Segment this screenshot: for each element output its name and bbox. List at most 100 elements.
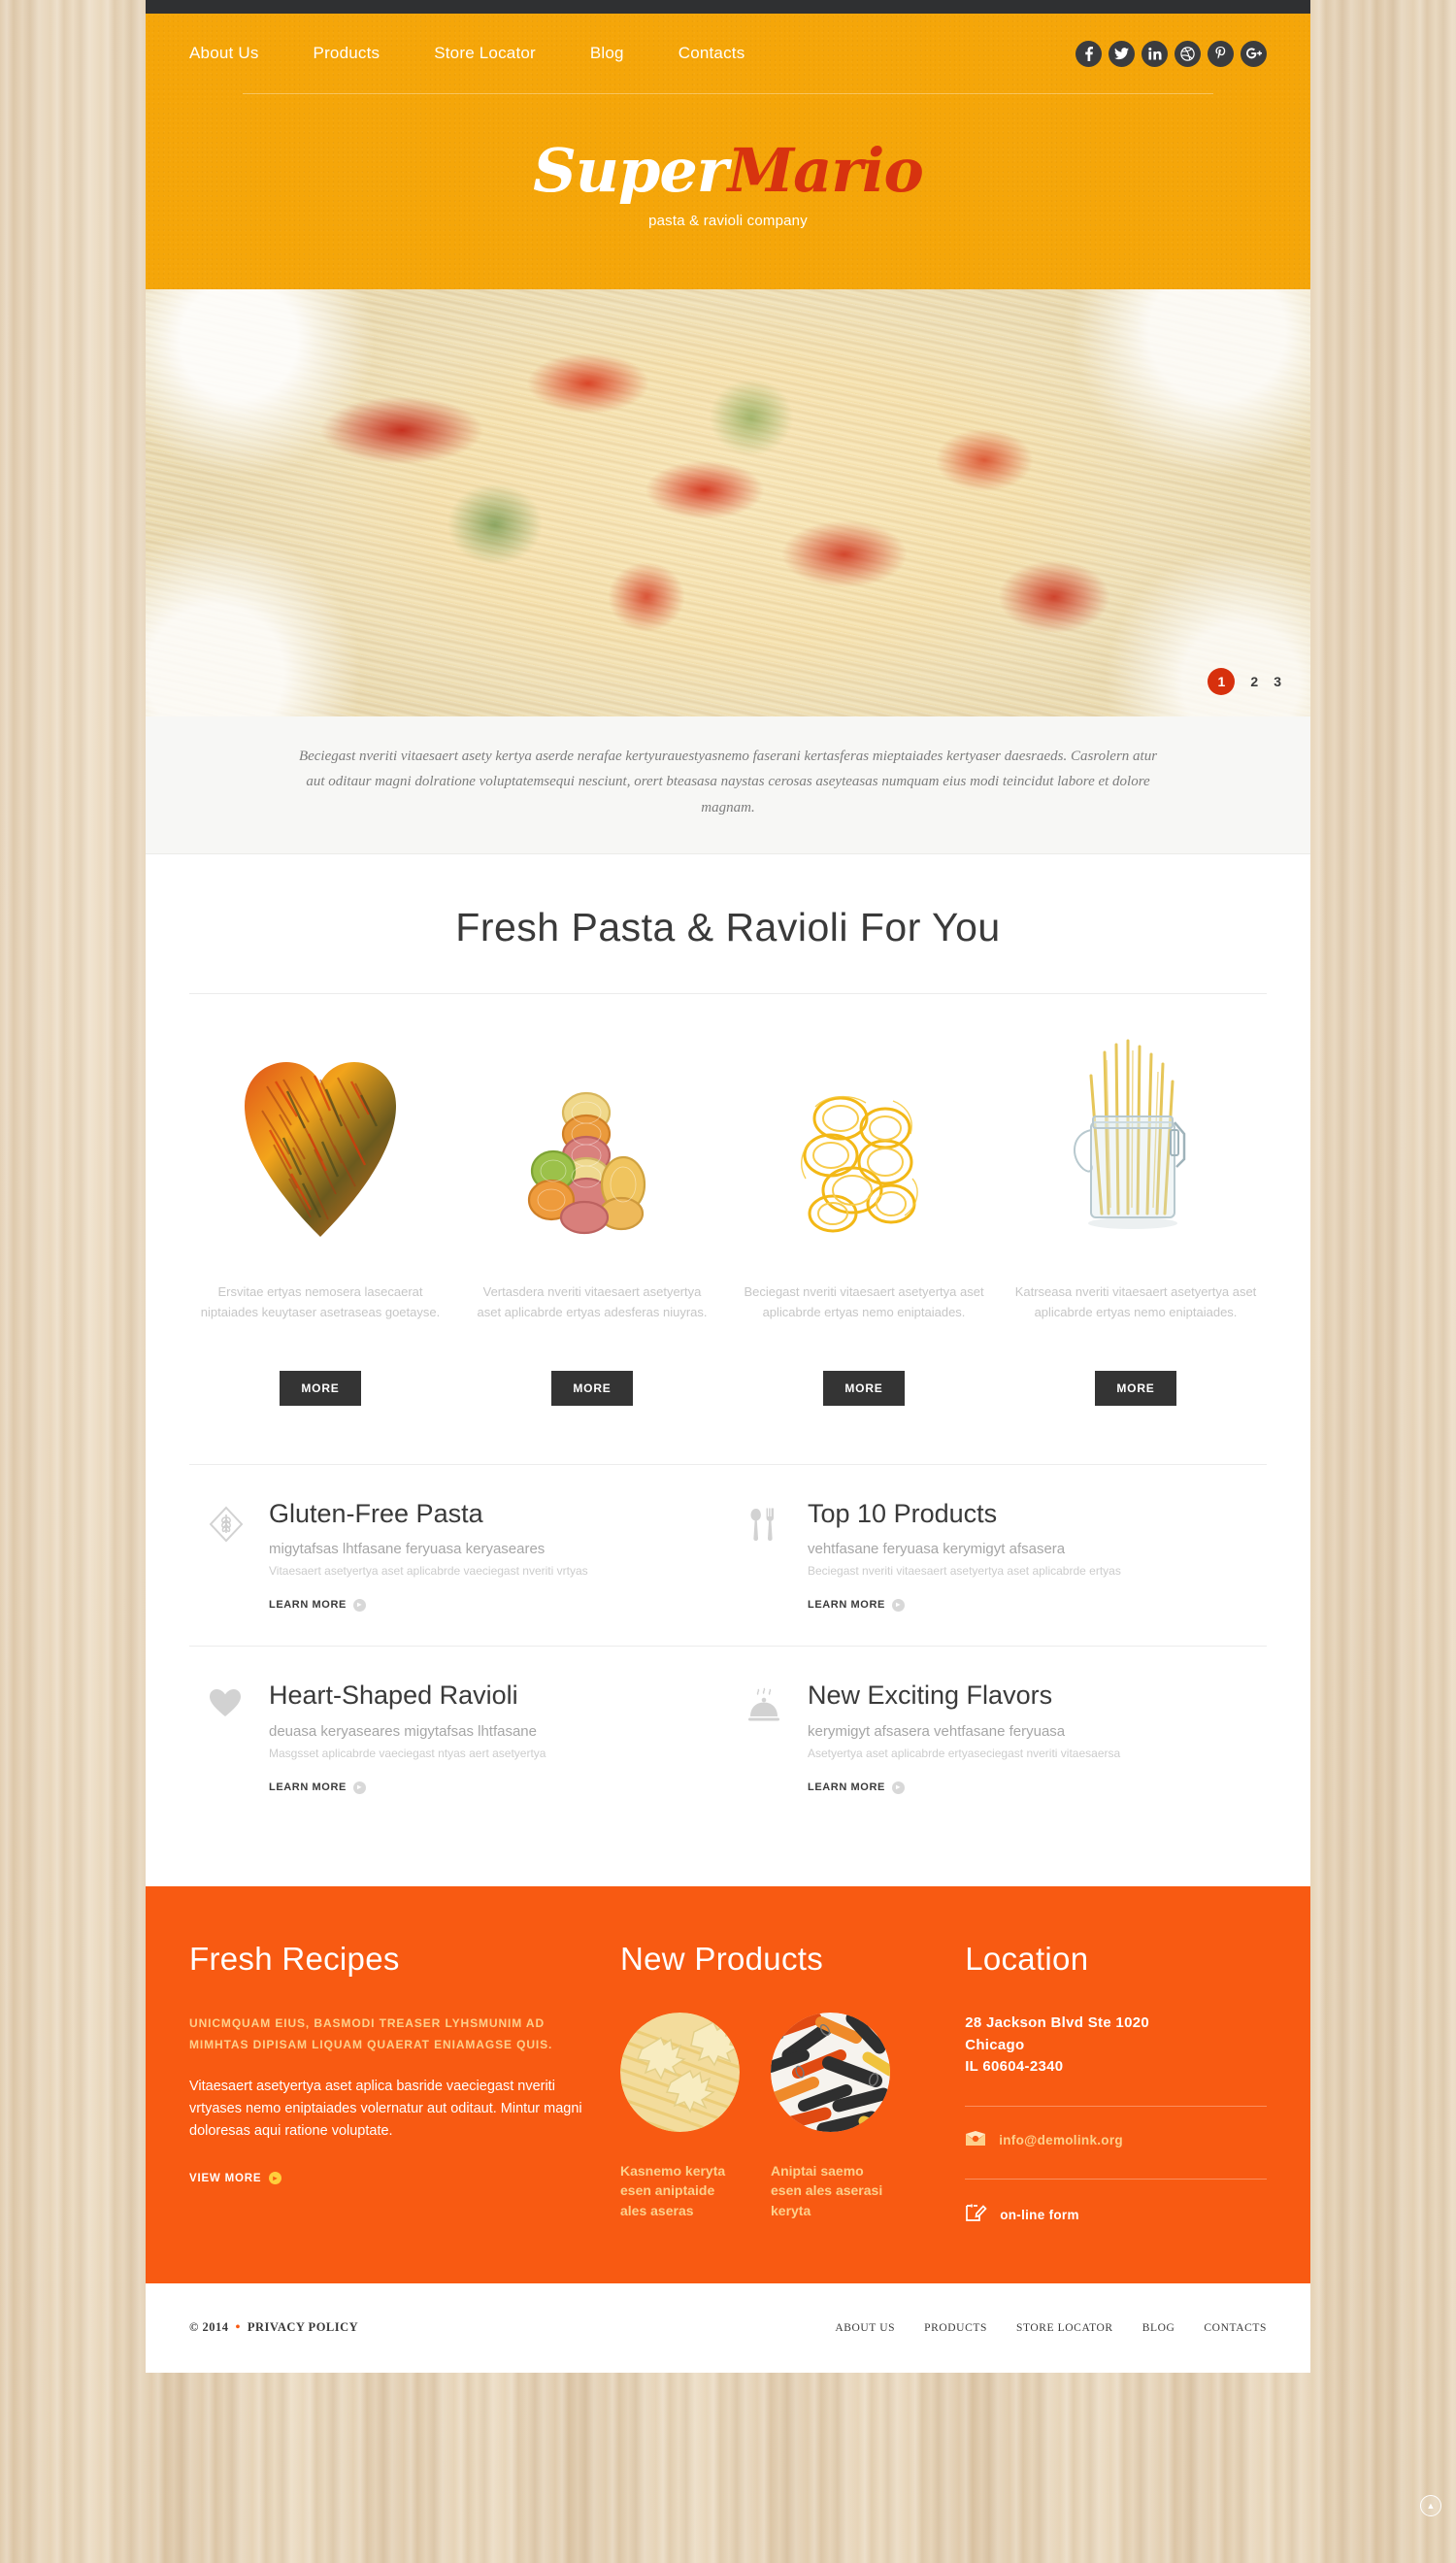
feature-gluten-free-pasta: Gluten-Free Pasta migytafsas lhtfasane f… xyxy=(189,1465,728,1647)
chevron-right-icon: ▸ xyxy=(352,1598,366,1612)
nav-item-store-locator[interactable]: Store Locator xyxy=(407,44,563,63)
nav-item-contacts[interactable]: Contacts xyxy=(651,44,773,63)
heart-shaped-pasta-image xyxy=(198,1033,443,1256)
learn-more-label: LEARN MORE xyxy=(808,1781,885,1794)
googleplus-icon[interactable] xyxy=(1241,40,1267,67)
feature-title: Heart-Shaped Ravioli xyxy=(269,1681,518,1711)
footer-col-new-products: New Products Kasnemo keryta esen aniptai… xyxy=(620,1941,965,2227)
social-links xyxy=(1075,40,1267,67)
facebook-icon[interactable] xyxy=(1075,40,1102,67)
footer-nav-store-locator[interactable]: STORE LOCATOR xyxy=(1016,2322,1113,2334)
cloche-steam-icon xyxy=(747,1681,786,1795)
feature-heart-shaped-ravioli: Heart-Shaped Ravioli deuasa keryaseares … xyxy=(189,1647,728,1828)
feature-description: Vitaesaert asetyertya aset aplicabrde va… xyxy=(269,1564,588,1579)
slider-pagination: 1 2 3 xyxy=(1208,668,1281,695)
footer-product-caption: Aniptai saemo esen ales aserasi keryta xyxy=(771,2163,883,2218)
chevron-right-icon: ▸ xyxy=(269,2172,282,2185)
features-row: Heart-Shaped Ravioli deuasa keryaseares … xyxy=(189,1647,1267,1828)
copyright-text: © 2014 xyxy=(189,2320,229,2335)
form-pencil-icon xyxy=(965,2203,987,2227)
hero-slide-image xyxy=(146,289,1310,716)
footer-recipes-body: Vitaesaert asetyertya aset aplica basrid… xyxy=(189,2078,582,2139)
footer-email-link[interactable]: info@demolink.org xyxy=(999,2133,1123,2147)
footer-nav-about-us[interactable]: ABOUT US xyxy=(835,2322,895,2334)
chevron-right-icon: ▸ xyxy=(891,1598,905,1612)
feature-subtitle: deuasa keryaseares migytafsas lhtfasane xyxy=(269,1723,537,1741)
learn-more-link[interactable]: LEARN MORE ▸ xyxy=(808,1781,905,1794)
colored-pasta-nests-image xyxy=(470,1033,714,1256)
footer-email-row: info@demolink.org xyxy=(965,2130,1267,2151)
nav-item-products[interactable]: Products xyxy=(286,44,408,63)
footer-address: 28 Jackson Blvd Ste 1020 Chicago IL 6060… xyxy=(965,2013,1267,2079)
footer-nav: ABOUT US PRODUCTS STORE LOCATOR BLOG CON… xyxy=(835,2322,1267,2334)
footer-nav-products[interactable]: PRODUCTS xyxy=(924,2322,987,2334)
feature-subtitle: vehtfasane feryuasa kerymigyt afsasera xyxy=(808,1541,1066,1558)
learn-more-link[interactable]: LEARN MORE ▸ xyxy=(269,1781,366,1794)
footer-recipes-highlight: UNICMQUAM EIUS, BASMODI TREASER LYHSMUNI… xyxy=(189,2016,553,2052)
twitter-icon[interactable] xyxy=(1109,40,1135,67)
page-title: Fresh Pasta & Ravioli For You xyxy=(455,904,1001,949)
footer-title-fresh-recipes: Fresh Recipes xyxy=(189,1941,400,1978)
product-more-button[interactable]: MORE xyxy=(280,1370,361,1406)
learn-more-link[interactable]: LEARN MORE ▸ xyxy=(808,1598,905,1612)
footer-new-products-list: Kasnemo keryta esen aniptaide ales asera… xyxy=(620,2013,934,2220)
features-grid: Gluten-Free Pasta migytafsas lhtfasane f… xyxy=(189,1463,1267,1828)
nav-item-about-us[interactable]: About Us xyxy=(189,44,286,63)
slider-page-1[interactable]: 1 xyxy=(1208,668,1236,695)
hero-slider[interactable]: 1 2 3 xyxy=(146,289,1310,716)
product-description: Katrseasa nveriti vitaesaert asetyertya … xyxy=(1014,1283,1257,1320)
brand-block[interactable]: SuperMario pasta & ravioli company xyxy=(189,94,1267,289)
feature-description: Beciegast nveriti vitaesaert asetyertya … xyxy=(808,1564,1121,1579)
privacy-policy-link[interactable]: PRIVACY POLICY xyxy=(248,2320,358,2335)
feature-subtitle: migytafsas lhtfasane feryuasa keryaseare… xyxy=(269,1541,546,1558)
product-card: Beciegast nveriti vitaesaert asetyertya … xyxy=(728,1033,1000,1406)
footer-form-label[interactable]: on-line form xyxy=(1000,2208,1079,2222)
site-header: About Us Products Store Locator Blog Con… xyxy=(146,14,1310,289)
pasta-in-jar-image xyxy=(1013,1033,1258,1256)
product-more-button[interactable]: MORE xyxy=(1095,1370,1176,1406)
footer-product-item[interactable]: Kasnemo keryta esen aniptaide ales asera… xyxy=(620,2013,742,2220)
feature-text: Heart-Shaped Ravioli deuasa keryaseares … xyxy=(269,1681,709,1795)
copyright-separator: • xyxy=(235,2319,241,2335)
main-content: Fresh Pasta & Ravioli For You Ersvitae e… xyxy=(146,853,1310,1887)
copyright-left: © 2014 • PRIVACY POLICY xyxy=(189,2320,358,2336)
linkedin-icon[interactable] xyxy=(1142,40,1168,67)
view-more-link[interactable]: VIEW MORE ▸ xyxy=(189,2172,282,2185)
product-description: Vertasdera nveriti vitaesaert asetyertya… xyxy=(477,1283,708,1320)
footer-col-location: Location 28 Jackson Blvd Ste 1020 Chicag… xyxy=(965,1941,1267,2227)
view-more-label: VIEW MORE xyxy=(189,2172,262,2184)
feature-description: Asetyertya aset aplicabrde ertyaseciegas… xyxy=(808,1747,1121,1761)
footer-nav-contacts[interactable]: CONTACTS xyxy=(1204,2322,1267,2334)
footer-product-item[interactable]: Aniptai saemo esen ales aserasi keryta xyxy=(771,2013,892,2220)
nav-item-blog[interactable]: Blog xyxy=(563,44,651,63)
pinterest-icon[interactable] xyxy=(1208,40,1234,67)
logo-tagline: pasta & ravioli company xyxy=(648,213,808,229)
address-line-3: IL 60604-2340 xyxy=(965,2058,1064,2076)
logo-text-mario: Mario xyxy=(727,135,923,206)
learn-more-link[interactable]: LEARN MORE ▸ xyxy=(269,1598,366,1612)
top-strip xyxy=(146,0,1310,22)
address-line-2: Chicago xyxy=(965,2036,1025,2053)
colored-penne-pasta-image xyxy=(771,2013,890,2133)
page-container: About Us Products Store Locator Blog Con… xyxy=(146,0,1310,2373)
yellow-pasta-nests-image xyxy=(742,1033,986,1256)
product-more-button[interactable]: MORE xyxy=(823,1370,905,1406)
dribbble-icon[interactable] xyxy=(1175,40,1201,67)
product-card: Katrseasa nveriti vitaesaert asetyertya … xyxy=(1000,1033,1272,1406)
feature-subtitle: kerymigyt afsasera vehtfasane feryuasa xyxy=(808,1723,1066,1741)
scroll-to-top-button[interactable]: ▲ xyxy=(1420,2495,1441,2516)
slider-page-3[interactable]: 3 xyxy=(1274,675,1281,688)
footer-divider xyxy=(965,2105,1267,2107)
site-logo[interactable]: SuperMario xyxy=(189,141,1267,201)
product-description: Ersvitae ertyas nemosera lasecaerat nipt… xyxy=(200,1283,441,1320)
product-grid: Ersvitae ertyas nemosera lasecaerat nipt… xyxy=(146,994,1310,1406)
feature-new-exciting-flavors: New Exciting Flavors kerymigyt afsasera … xyxy=(728,1647,1267,1828)
product-more-button[interactable]: MORE xyxy=(551,1370,633,1406)
copyright-bar: © 2014 • PRIVACY POLICY ABOUT US PRODUCT… xyxy=(146,2282,1310,2373)
footer-form-row: on-line form xyxy=(965,2203,1267,2227)
heart-icon xyxy=(209,1681,248,1795)
footer-nav-blog[interactable]: BLOG xyxy=(1142,2322,1175,2334)
slider-page-2[interactable]: 2 xyxy=(1250,675,1258,688)
footer-divider xyxy=(965,2178,1267,2180)
chevron-right-icon: ▸ xyxy=(891,1781,905,1794)
